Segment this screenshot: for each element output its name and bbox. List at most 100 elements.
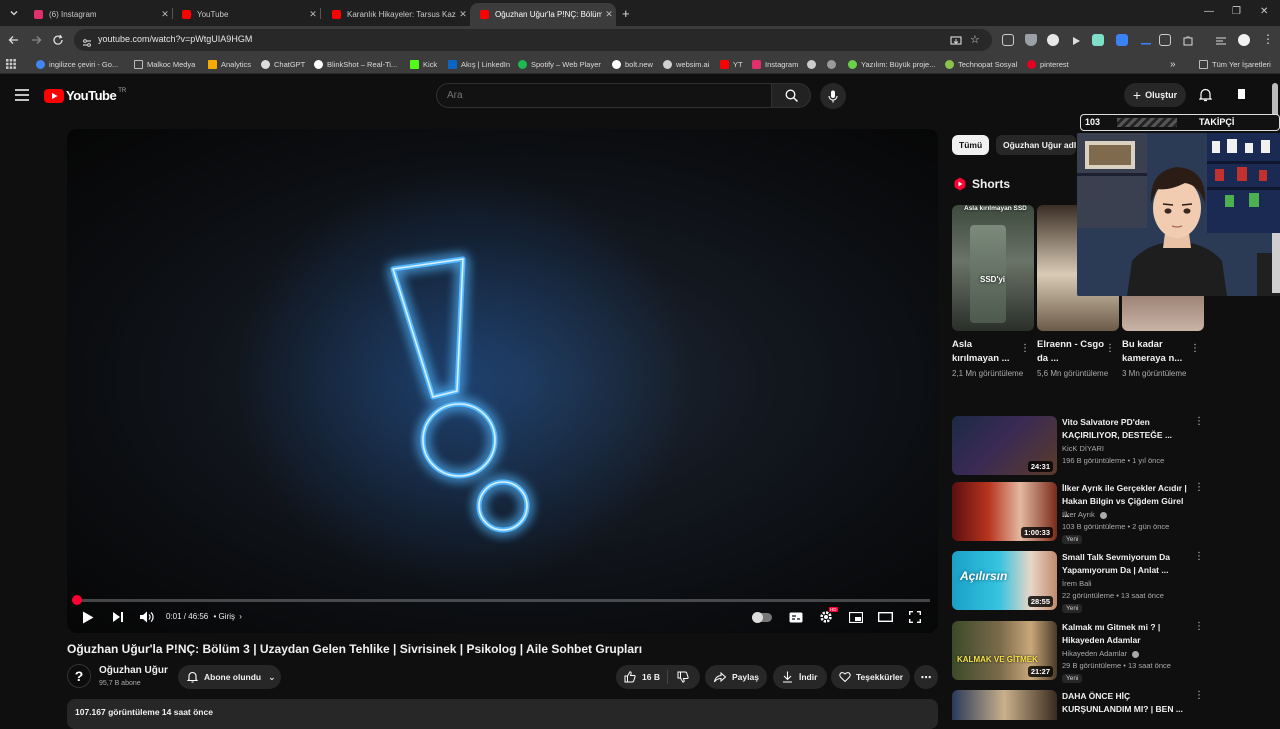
bookmark-item[interactable]: pinterest bbox=[1027, 58, 1069, 70]
like-button[interactable]: 16 B bbox=[616, 670, 668, 684]
next-button[interactable] bbox=[109, 607, 127, 627]
browser-tab[interactable]: YouTube ✕ bbox=[172, 3, 320, 26]
short-title[interactable]: Elraenn - Csgo da ... bbox=[1037, 338, 1105, 366]
description-box[interactable]: 107.167 görüntüleme 14 saat önce bbox=[67, 699, 938, 729]
browser-menu-icon[interactable]: ⋮ bbox=[1262, 32, 1274, 46]
bookmark-item[interactable]: Spotify – Web Player bbox=[518, 58, 601, 70]
channel-name[interactable]: KicK DİYARI bbox=[1062, 444, 1104, 453]
maximize-icon[interactable]: ❐ bbox=[1232, 6, 1241, 17]
browser-tab[interactable]: (6) Instagram ✕ bbox=[24, 3, 172, 26]
channel-name-row[interactable]: İlker Ayrık bbox=[1062, 510, 1107, 519]
video-player[interactable]: 0:01 / 46:56 • Giriş › HD bbox=[67, 129, 938, 633]
autoplay-toggle[interactable] bbox=[750, 607, 774, 627]
bookmark-star-icon[interactable]: ☆ bbox=[970, 33, 980, 46]
channel-name-row[interactable]: Hikayeden Adamlar bbox=[1062, 649, 1140, 658]
bookmark-item[interactable]: ingilizce çeviri - Go... bbox=[36, 58, 118, 70]
short-title[interactable]: Bu kadar kameraya n... bbox=[1122, 338, 1190, 366]
dislike-button[interactable] bbox=[668, 671, 689, 683]
more-options-icon[interactable]: ⋮ bbox=[1194, 690, 1204, 701]
captions-button[interactable] bbox=[786, 607, 806, 627]
more-options-icon[interactable]: ⋮ bbox=[1105, 343, 1115, 354]
more-bookmarks-icon[interactable]: » bbox=[1170, 58, 1176, 70]
create-button[interactable]: + Oluştur bbox=[1124, 83, 1186, 107]
back-icon[interactable] bbox=[6, 32, 22, 48]
progress-bar[interactable] bbox=[72, 595, 930, 605]
bookmark-folder[interactable]: Malkoc Medya bbox=[134, 58, 195, 70]
bookmark-item[interactable]: websim.ai bbox=[663, 58, 709, 70]
chip-channel[interactable]: Oğuzhan Uğur adlı bbox=[996, 135, 1076, 155]
search-box[interactable] bbox=[436, 83, 772, 108]
more-options-icon[interactable]: ⋮ bbox=[1194, 482, 1204, 493]
download-button[interactable]: İndir bbox=[773, 665, 827, 689]
bookmark-item[interactable]: Analytics bbox=[208, 58, 251, 70]
browser-tab-active[interactable]: Oğuzhan Uğur'la P!NÇ: Bölüm ✕ bbox=[470, 3, 616, 26]
thanks-button[interactable]: Teşekkürler bbox=[831, 665, 910, 689]
chip-all[interactable]: Tümü bbox=[952, 135, 990, 155]
theater-mode-button[interactable] bbox=[875, 607, 895, 627]
bookmark-item[interactable]: bolt.new bbox=[612, 58, 653, 70]
chapter-link[interactable]: Giriş bbox=[219, 612, 235, 621]
close-tab-icon[interactable]: ✕ bbox=[306, 9, 320, 20]
more-options-icon[interactable]: ⋮ bbox=[1190, 343, 1200, 354]
bookmark-item[interactable] bbox=[827, 58, 840, 70]
recommended-video[interactable]: 1:00:33 İlker Ayrık ile Gerçekler Acıdır… bbox=[952, 482, 1207, 544]
search-input[interactable] bbox=[447, 90, 747, 101]
browser-tab[interactable]: Karanlık Hikayeler: Tarsus Kazısı ✕ bbox=[322, 3, 470, 26]
more-options-icon[interactable]: ⋮ bbox=[1194, 551, 1204, 562]
close-tab-icon[interactable]: ✕ bbox=[602, 9, 616, 20]
guide-menu-icon[interactable] bbox=[15, 88, 29, 106]
reload-icon[interactable] bbox=[50, 32, 66, 48]
channel-name[interactable]: Oğuzhan Uğur bbox=[99, 665, 168, 676]
new-tab-button[interactable]: + bbox=[622, 6, 630, 21]
install-app-icon[interactable] bbox=[950, 34, 962, 52]
bookmark-item[interactable]: Yazılım: Büyük proje... bbox=[848, 58, 935, 70]
bookmark-item[interactable]: BlinkShot – Real-Ti... bbox=[314, 58, 397, 70]
progress-scrubber[interactable] bbox=[72, 595, 82, 605]
play-extension-icon[interactable] bbox=[1070, 34, 1082, 46]
bookmark-item[interactable]: ChatGPT bbox=[261, 58, 305, 70]
voice-search-button[interactable] bbox=[820, 83, 846, 109]
account-avatar-icon[interactable] bbox=[1238, 89, 1245, 99]
mute-button[interactable] bbox=[138, 607, 156, 627]
fullscreen-button[interactable] bbox=[905, 607, 925, 627]
short-title[interactable]: Asla kırılmayan ... bbox=[952, 338, 1020, 366]
bookmark-item[interactable] bbox=[807, 58, 820, 70]
miniplayer-button[interactable] bbox=[846, 607, 866, 627]
shield-extension-icon[interactable] bbox=[1025, 34, 1037, 46]
close-tab-icon[interactable]: ✕ bbox=[456, 9, 470, 20]
minimize-icon[interactable]: — bbox=[1204, 6, 1214, 17]
media-control-icon[interactable] bbox=[1215, 34, 1227, 46]
notifications-bell-icon[interactable] bbox=[1198, 88, 1213, 107]
bookmark-item[interactable]: Kick bbox=[410, 58, 437, 70]
short-card[interactable]: Asla kırılmayan SSD SSD'yi Asla kırılmay… bbox=[952, 205, 1034, 380]
bookmark-item[interactable]: Akış | LinkedIn bbox=[448, 58, 510, 70]
channel-name[interactable]: İrem Bali bbox=[1062, 579, 1092, 588]
site-info-icon[interactable] bbox=[82, 35, 92, 53]
recommended-video[interactable]: Açılırsın 28:55 Small Talk Sevmiyorum Da… bbox=[952, 551, 1207, 613]
close-tab-icon[interactable]: ✕ bbox=[158, 9, 172, 20]
extension-icon[interactable] bbox=[1140, 34, 1152, 46]
screenshot-extension-icon[interactable] bbox=[1002, 34, 1014, 46]
subscribed-button[interactable]: Abone olundu ⌄ bbox=[178, 665, 281, 689]
all-bookmarks-folder[interactable]: Tüm Yer İşaretleri bbox=[1199, 58, 1271, 70]
extensions-puzzle-icon[interactable] bbox=[1182, 34, 1194, 46]
bookmark-item[interactable]: Instagram bbox=[752, 58, 798, 70]
extension-icon[interactable] bbox=[1159, 34, 1171, 46]
recommended-video[interactable]: KALMAK VE GİTMEK 21:27 Kalmak mı Gitmek … bbox=[952, 621, 1207, 683]
apps-grid-icon[interactable] bbox=[6, 58, 16, 70]
address-bar[interactable]: youtube.com/watch?v=pWtgUIA9HGM ☆ bbox=[74, 29, 992, 51]
more-options-icon[interactable]: ⋮ bbox=[1020, 343, 1030, 354]
extension-icon[interactable] bbox=[1047, 34, 1059, 46]
settings-button[interactable]: HD bbox=[816, 607, 838, 627]
recommended-video[interactable]: DAHA ÖNCE HİÇ KURŞUNLANDIM MI? | BEN ...… bbox=[952, 690, 1207, 720]
more-actions-button[interactable]: ⋯ bbox=[914, 665, 938, 689]
channel-avatar[interactable]: ? bbox=[67, 664, 91, 688]
youtube-logo[interactable]: YouTube TR bbox=[44, 88, 126, 103]
play-button[interactable] bbox=[79, 607, 97, 627]
extension-icon[interactable] bbox=[1116, 34, 1128, 46]
search-button[interactable] bbox=[771, 83, 811, 108]
recommended-video[interactable]: 24:31 Vito Salvatore PD'den KAÇIRILIYOR,… bbox=[952, 416, 1207, 476]
profile-avatar-icon[interactable] bbox=[1238, 34, 1250, 46]
bookmark-item[interactable]: Technopat Sosyal bbox=[945, 58, 1017, 70]
close-window-icon[interactable]: ✕ bbox=[1260, 6, 1268, 17]
